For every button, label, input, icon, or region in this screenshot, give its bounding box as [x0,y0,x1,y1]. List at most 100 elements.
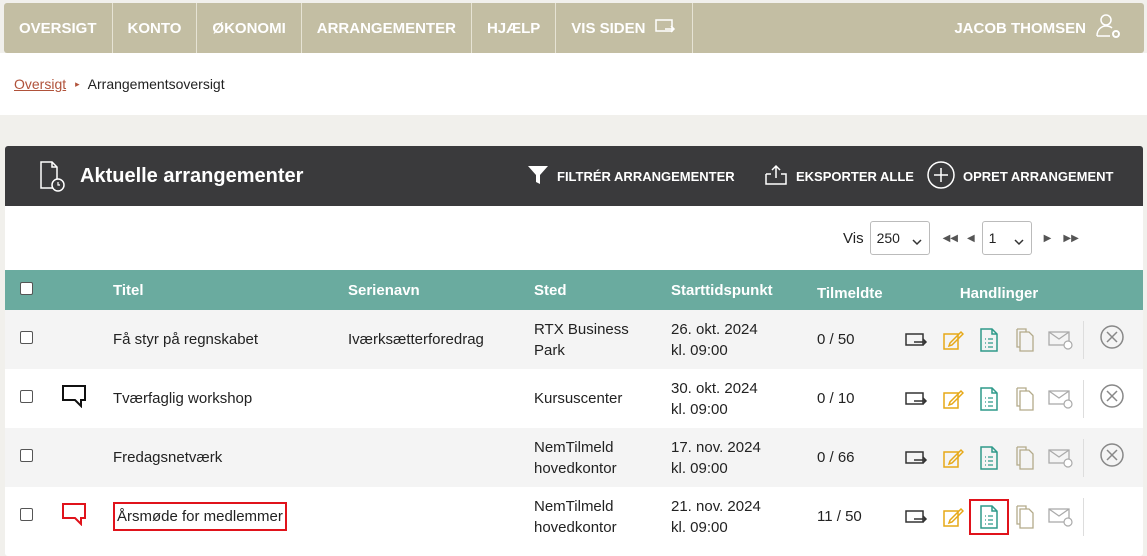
filter-button[interactable]: FILTRÉR ARRANGEMENTER [527,146,735,206]
row-checkbox[interactable] [20,390,33,403]
open-external-icon [655,18,677,38]
registrations-list-icon[interactable] [971,386,1007,411]
start-date: 21. nov. 2024 [671,497,761,515]
registrations-list-icon[interactable] [971,327,1007,352]
first-page-icon[interactable]: ◀◀ [943,233,958,244]
delete-cell [1099,428,1143,487]
mail-icon[interactable] [1043,507,1079,527]
user-menu[interactable]: JACOB THOMSEN [954,3,1122,53]
row-checkbox[interactable] [20,508,33,521]
place-line: hovedkontor [534,459,617,477]
table-row[interactable]: Fredagsnetværk NemTilmeld hovedkontor 17. n… [5,428,1143,487]
delete-icon[interactable] [1099,442,1125,472]
title-cell: Fredagsnetværk [113,428,348,487]
copy-icon[interactable] [1007,386,1043,411]
table-row[interactable]: Tværfaglig workshop Kursuscenter 30. okt. … [5,369,1143,428]
comment-icon[interactable] [61,502,87,530]
row-checkbox[interactable] [20,331,33,344]
delete-icon[interactable] [1099,383,1125,413]
top-navigation: OVERSIGT KONTO ØKONOMI ARRANGEMENTER HJÆ… [4,3,1144,53]
view-page-icon[interactable] [899,449,935,467]
mail-icon[interactable] [1043,330,1079,350]
table-row[interactable]: Årsmøde for medlemmer NemTilmeld hovedkont… [5,487,1143,546]
series-cell: Iværksætterforedrag [348,331,484,348]
copy-icon[interactable] [1007,327,1043,352]
edit-icon[interactable] [935,329,971,351]
prev-page-icon[interactable]: ◀ [967,233,975,244]
breadcrumb-home-link[interactable]: Oversigt [14,76,66,92]
title-cell: Få styr på regnskabet [113,310,348,369]
comment-icon[interactable] [61,384,87,412]
select-all-cell [5,270,55,310]
start-cell: 21. nov. 2024 kl. 09:00 [671,487,817,546]
select-all-checkbox[interactable] [20,281,33,295]
edit-icon[interactable] [935,506,971,528]
column-header-title[interactable]: Titel [113,270,348,310]
registrations-list-icon[interactable] [971,445,1007,470]
per-page-value: 250 [876,230,900,246]
event-title[interactable]: Tværfaglig workshop [113,390,252,407]
nav-konto[interactable]: KONTO [113,3,198,53]
event-title[interactable]: Årsmøde for medlemmer [113,502,287,531]
nav-okonomi[interactable]: ØKONOMI [197,3,302,53]
table-row[interactable]: Få styr på regnskabet Iværksætterforedrag… [5,310,1143,369]
place-cell: NemTilmeld hovedkontor [534,487,671,546]
start-cell: 17. nov. 2024 kl. 09:00 [671,428,817,487]
actions-cell [899,487,1099,546]
registrations-list-icon[interactable] [969,498,1009,535]
place-line: NemTilmeld [534,497,614,515]
export-button[interactable]: EKSPORTER ALLE [764,146,914,206]
nav-hjaelp[interactable]: HJÆLP [472,3,557,53]
view-page-icon[interactable] [899,508,935,526]
title-cell: Årsmøde for medlemmer [113,487,348,546]
last-page-icon[interactable]: ▶▶ [1063,233,1078,244]
edit-icon[interactable] [935,447,971,469]
view-page-icon[interactable] [899,390,935,408]
create-event-button[interactable]: OPRET ARRANGEMENT [927,146,1113,206]
export-icon [764,164,788,189]
create-label: OPRET ARRANGEMENT [963,168,1114,184]
user-name: JACOB THOMSEN [954,19,1086,37]
nav-label: ØKONOMI [212,19,286,37]
mail-icon[interactable] [1043,448,1079,468]
start-time: kl. 09:00 [671,400,728,418]
copy-icon[interactable] [1007,504,1043,529]
start-cell: 30. okt. 2024 kl. 09:00 [671,369,817,428]
next-page-icon[interactable]: ▶ [1044,233,1052,244]
start-date: 17. nov. 2024 [671,438,761,456]
event-title[interactable]: Fredagsnetværk [113,449,222,466]
nav-oversigt[interactable]: OVERSIGT [4,3,113,53]
nav-arrangementer[interactable]: ARRANGEMENTER [302,3,472,53]
edit-icon[interactable] [935,388,971,410]
registered-count: 0 / 50 [817,331,855,348]
events-panel: Aktuelle arrangementer FILTRÉR ARRANGEME… [5,146,1143,556]
delete-column-header [1099,270,1143,310]
delete-cell [1099,310,1143,369]
copy-icon[interactable] [1007,445,1043,470]
view-page-icon[interactable] [899,331,935,349]
delete-icon[interactable] [1099,324,1125,354]
start-date: 30. okt. 2024 [671,379,758,397]
comment-cell [55,310,113,369]
start-date: 26. okt. 2024 [671,320,758,338]
column-header-registered[interactable]: Tilmeldte [817,270,899,310]
event-title[interactable]: Få styr på regnskabet [113,331,258,348]
nav-vis-siden[interactable]: VIS SIDEN [556,3,694,53]
row-select-cell [5,428,55,487]
page-select[interactable]: 1 [981,221,1032,255]
row-select-cell [5,310,55,369]
show-label: Vis [843,229,864,247]
column-header-series[interactable]: Serienavn [348,270,534,310]
delete-cell [1099,487,1143,546]
per-page-select[interactable]: 250 [869,221,930,255]
actions-cell [899,428,1099,487]
row-checkbox[interactable] [20,449,33,462]
column-header-start[interactable]: Starttidspunkt [671,270,817,310]
start-time: kl. 09:00 [671,518,728,536]
column-header-place[interactable]: Sted [534,270,671,310]
document-clock-icon [38,160,66,197]
comment-cell [55,428,113,487]
title-cell: Tværfaglig workshop [113,369,348,428]
action-divider [1083,497,1084,536]
mail-icon[interactable] [1043,389,1079,409]
